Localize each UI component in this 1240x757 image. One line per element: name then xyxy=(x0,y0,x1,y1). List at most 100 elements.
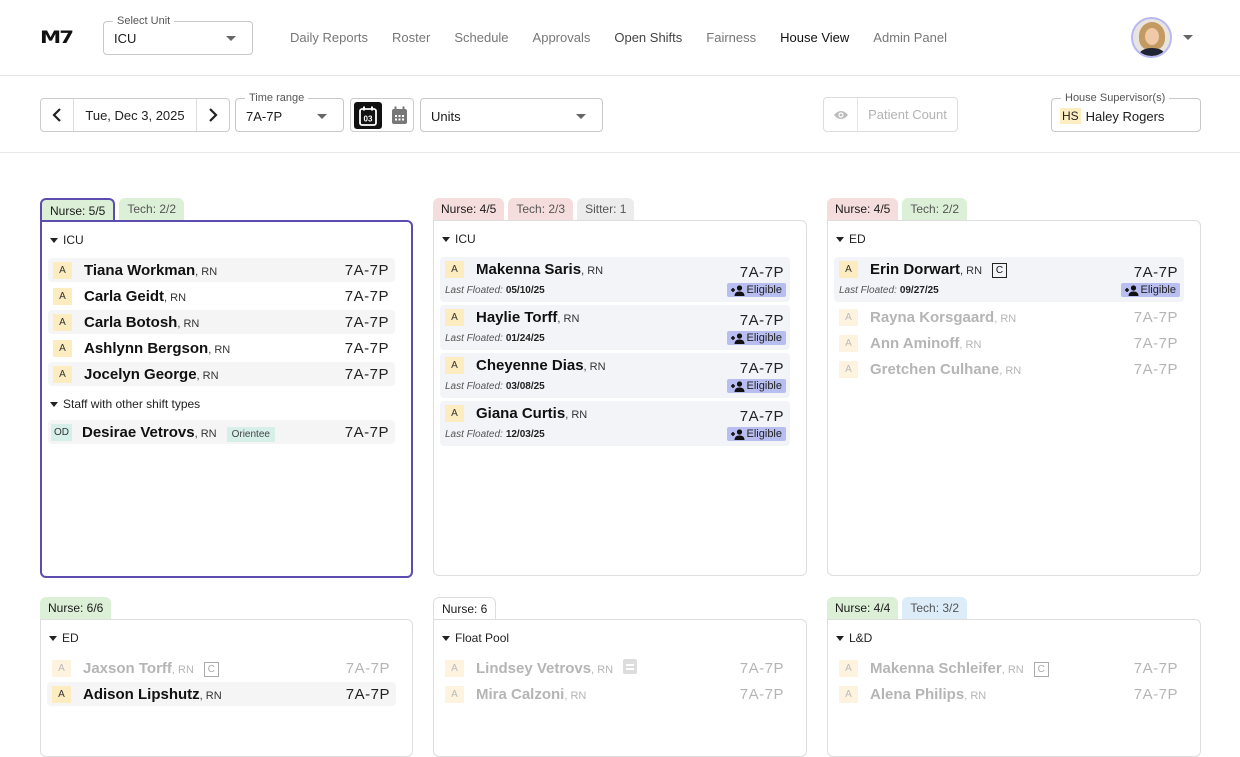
staff-credential: , RN xyxy=(581,265,604,277)
previous-day-button[interactable] xyxy=(41,99,74,131)
staff-row[interactable]: A Rayna Korsgaard, RN 7A-7P xyxy=(834,305,1184,329)
staff-name-text: Lindsey Vetrovs xyxy=(476,660,592,677)
unit-group-header[interactable]: ED xyxy=(49,631,79,645)
next-day-button[interactable] xyxy=(196,99,229,131)
staff-row[interactable]: A Carla Botosh, RN 7A-7P xyxy=(48,310,395,334)
unit-group-header[interactable]: ED xyxy=(836,232,866,246)
house-supervisor-field[interactable]: House Supervisor(s) HS Haley Rogers xyxy=(1051,91,1201,132)
unit-group-header[interactable]: Float Pool xyxy=(442,631,509,645)
staff-row[interactable]: A Ashlynn Bergson, RN 7A-7P xyxy=(48,336,395,360)
float-eligible-badge[interactable]: Eligible xyxy=(726,331,786,345)
float-eligible-badge[interactable]: Eligible xyxy=(726,283,786,297)
card-panel: Float Pool A Lindsey Vetrovs, RN 7A-7P A Mira… xyxy=(433,619,807,757)
caret-down-icon xyxy=(442,236,450,242)
staff-row[interactable]: A Carla Geidt, RN 7A-7P xyxy=(48,284,395,308)
staff-name-text: Rayna Korsgaard xyxy=(870,308,995,326)
staff-row[interactable]: A Erin Dorwart, RN C 7A-7P Last Floated: 09/2… xyxy=(834,257,1184,302)
staff-name: Giana Curtis, RN xyxy=(476,405,587,422)
staff-type-tab[interactable]: Tech: 2/2 xyxy=(119,198,185,220)
nav-fairness[interactable]: Fairness xyxy=(706,30,756,45)
nav-approvals[interactable]: Approvals xyxy=(533,30,591,45)
nav-roster[interactable]: Roster xyxy=(392,30,430,45)
staff-row[interactable]: A Jaxson Torff, RN C 7A-7P xyxy=(47,656,396,680)
staff-name: Ashlynn Bergson, RN xyxy=(84,340,230,357)
toolbar: Tue, Dec 3, 2025 Time range 7A-7P 03 Uni… xyxy=(0,76,1240,153)
staff-type-tab[interactable]: Nurse: 6 xyxy=(433,597,497,619)
staff-row[interactable]: A Lindsey Vetrovs, RN 7A-7P xyxy=(440,656,790,680)
staff-row[interactable]: A Ann Aminoff, RN 7A-7P xyxy=(834,331,1184,355)
last-floated: Last Floated: 09/27/25 xyxy=(839,285,939,296)
staff-type-tab[interactable]: Nurse: 5/5 xyxy=(40,198,116,222)
nav-house-view[interactable]: House View xyxy=(780,30,849,45)
staff-row[interactable]: A Adison Lipshutz, RN 7A-7P xyxy=(47,682,396,706)
shift-time: 7A-7P xyxy=(344,287,389,305)
staff-row[interactable]: A Gretchen Culhane, RN 7A-7P xyxy=(834,357,1184,381)
units-filter-select[interactable]: Units xyxy=(420,98,603,132)
staff-row[interactable]: A Alena Philips, RN 7A-7P xyxy=(834,682,1184,706)
staff-name-text: Erin Dorwart xyxy=(870,261,961,278)
float-eligible-badge[interactable]: Eligible xyxy=(726,379,786,393)
card-panel: ED A Jaxson Torff, RN C 7A-7P A Adison Lipshut… xyxy=(40,619,413,757)
staff-type-tab[interactable]: Tech: 2/3 xyxy=(508,198,574,220)
staff-type-tab[interactable]: Tech: 3/2 xyxy=(902,597,968,619)
staff-type-tab[interactable]: Tech: 2/2 xyxy=(902,198,968,220)
float-eligible-badge[interactable]: Eligible xyxy=(726,427,786,441)
unit-group-header[interactable]: ICU xyxy=(50,233,84,247)
staff-row[interactable]: A Makenna Schleifer, RN C 7A-7P xyxy=(834,656,1184,680)
card-tabs: Nurse: 4/5 Tech: 2/2 xyxy=(827,198,968,220)
patient-count-toggle[interactable]: Patient Count xyxy=(823,97,958,132)
supervisor-name: Haley Rogers xyxy=(1085,108,1165,124)
credential-text: RN xyxy=(589,361,606,373)
staff-row[interactable]: A Makenna Saris, RN 7A-7P Last Floated: 05/1… xyxy=(440,257,790,302)
caret-down-icon xyxy=(836,236,844,242)
nav-open-shifts[interactable]: Open Shifts xyxy=(614,30,682,45)
current-date[interactable]: Tue, Dec 3, 2025 xyxy=(74,99,196,131)
month-view-button[interactable] xyxy=(387,102,411,129)
user-menu-chevron-icon[interactable] xyxy=(1183,35,1193,40)
staff-row[interactable]: A Cheyenne Dias, RN 7A-7P Last Floated: 03/0… xyxy=(440,353,790,398)
assignment-badge: A xyxy=(53,261,72,279)
card-panel: ICU A Tiana Workman, RN 7A-7P A Carla Geidt, … xyxy=(40,220,413,578)
staff-row[interactable]: A Haylie Torff, RN 7A-7P Last Floated: 01/24… xyxy=(440,305,790,350)
note-icon[interactable] xyxy=(623,659,638,674)
nav-schedule[interactable]: Schedule xyxy=(454,30,508,45)
staff-type-tab[interactable]: Sitter: 1 xyxy=(577,198,635,220)
staff-row[interactable]: A Tiana Workman, RN 7A-7P xyxy=(48,258,395,282)
staff-name: Carla Botosh, RN xyxy=(84,314,199,331)
staff-credential: , RN xyxy=(999,364,1022,377)
staff-name-text: Makenna Saris xyxy=(476,261,582,278)
nav-daily-reports[interactable]: Daily Reports xyxy=(290,30,368,45)
staff-type-tab[interactable]: Nurse: 4/4 xyxy=(827,597,899,619)
unit-group-header[interactable]: L&D xyxy=(836,631,872,645)
unit-select[interactable]: Select Unit ICU xyxy=(103,14,253,55)
staff-credential: , RN xyxy=(557,313,580,325)
other-shift-types-header[interactable]: Staff with other shift types xyxy=(50,397,200,411)
add-person-icon xyxy=(730,284,745,296)
assignment-badge: OD xyxy=(51,423,72,441)
app-logo[interactable]: M7 xyxy=(40,28,74,48)
day-view-button[interactable]: 03 xyxy=(354,102,382,129)
staff-name-text: Jocelyn George xyxy=(84,365,197,383)
last-floated: Last Floated: 01/24/25 xyxy=(445,333,545,344)
staff-row[interactable]: A Jocelyn George, RN 7A-7P xyxy=(48,362,395,386)
staff-row[interactable]: A Mira Calzoni, RN 7A-7P xyxy=(440,682,790,706)
last-floated-label: Last Floated: xyxy=(839,285,897,296)
svg-text:03: 03 xyxy=(364,114,373,123)
staff-type-tab[interactable]: Nurse: 4/5 xyxy=(827,198,899,220)
float-eligible-badge[interactable]: Eligible xyxy=(1120,283,1180,297)
unit-group-header[interactable]: ICU xyxy=(442,232,476,246)
staff-row[interactable]: A Giana Curtis, RN 7A-7P Last Floated: 12/03… xyxy=(440,401,790,446)
assignment-badge: A xyxy=(839,308,858,326)
user-avatar[interactable] xyxy=(1131,17,1172,58)
shift-time: 7A-7P xyxy=(739,312,784,329)
staff-type-tab[interactable]: Nurse: 6/6 xyxy=(40,597,112,619)
staff-type-tab[interactable]: Nurse: 4/5 xyxy=(433,198,505,220)
calendar-day-icon: 03 xyxy=(359,106,377,126)
add-person-icon xyxy=(730,428,745,440)
shift-time: 7A-7P xyxy=(1133,360,1178,378)
staff-name: Rayna Korsgaard, RN xyxy=(870,309,1016,326)
staff-row[interactable]: OD Desirae Vetrovs, RN Orientee 7A-7P xyxy=(48,420,395,444)
nav-admin-panel[interactable]: Admin Panel xyxy=(873,30,947,45)
last-floated-label: Last Floated: xyxy=(445,285,503,296)
time-range-select[interactable]: Time range 7A-7P xyxy=(235,91,344,132)
